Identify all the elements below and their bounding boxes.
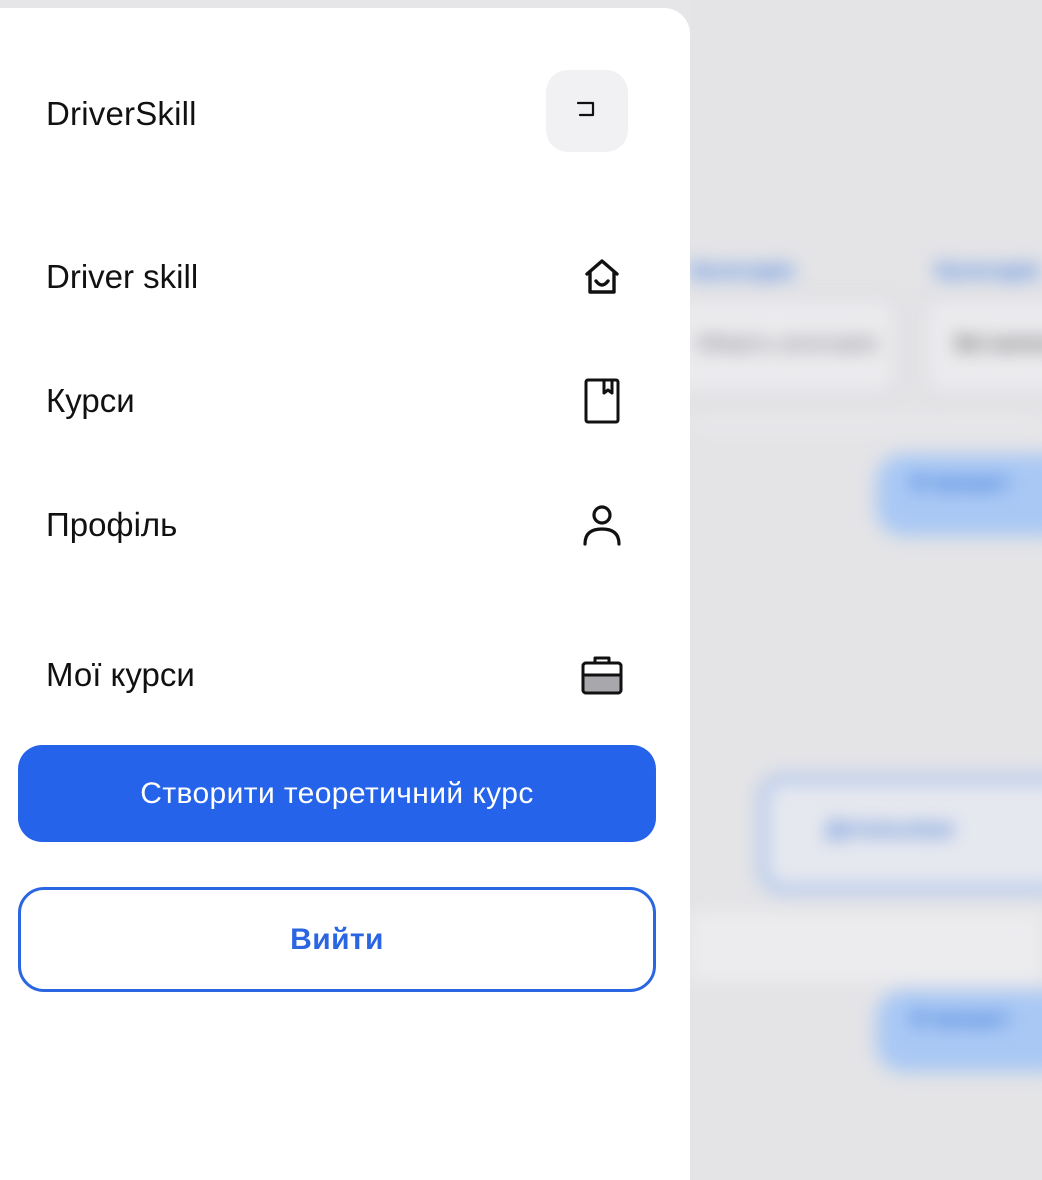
bg-filter-label-2: Категорія [936,258,1040,283]
background-overlay[interactable]: Категорія Категорія Оберіть категорію Вс… [690,0,1042,1180]
bg-filter-value-2: Всі категорії [956,333,1042,355]
bg-divider [690,422,1042,430]
app-brand: DriverSkill [46,95,197,132]
nav-item-label: Курси [46,382,135,419]
blurred-page: Категорія Категорія Оберіть категорію Вс… [690,0,1042,1180]
nav-item-my-courses[interactable]: Мої курси [0,635,690,715]
book-icon [576,375,628,427]
bg-details-label: Детальніше [826,816,955,841]
collapse-drawer-button[interactable] [546,70,628,152]
bg-status-pill-1-label: В процесі [912,472,1009,494]
nav-item-courses[interactable]: Курси [0,361,690,441]
user-icon [576,499,628,551]
nav-item-profile[interactable]: Профіль [0,485,690,565]
nav-item-label: Driver skill [46,258,199,295]
nav-item-label: Профіль [46,506,178,543]
bg-details-button: Детальніше [760,776,1042,892]
bg-status-pill-2: В процесі [876,990,1042,1072]
nav-item-home[interactable]: Driver skill [0,237,690,317]
bg-status-pill-2-label: В процесі [912,1008,1009,1030]
logout-button[interactable]: Вийти [18,887,656,992]
navigation-drawer: DriverSkill Driver skill Курси Профіль М… [0,8,690,1180]
bg-filter-label-1: Категорія [690,258,794,283]
nav-item-label: Мої курси [46,656,195,693]
briefcase-icon [576,649,628,701]
bg-filter-value-1: Оберіть категорію [696,333,878,355]
bg-status-pill-1: В процесі [876,454,1042,536]
bg-card-separator [690,912,1042,982]
create-theory-course-button[interactable]: Створити теоретичний курс [18,745,656,842]
home-icon [576,251,628,303]
collapse-icon [575,99,599,124]
